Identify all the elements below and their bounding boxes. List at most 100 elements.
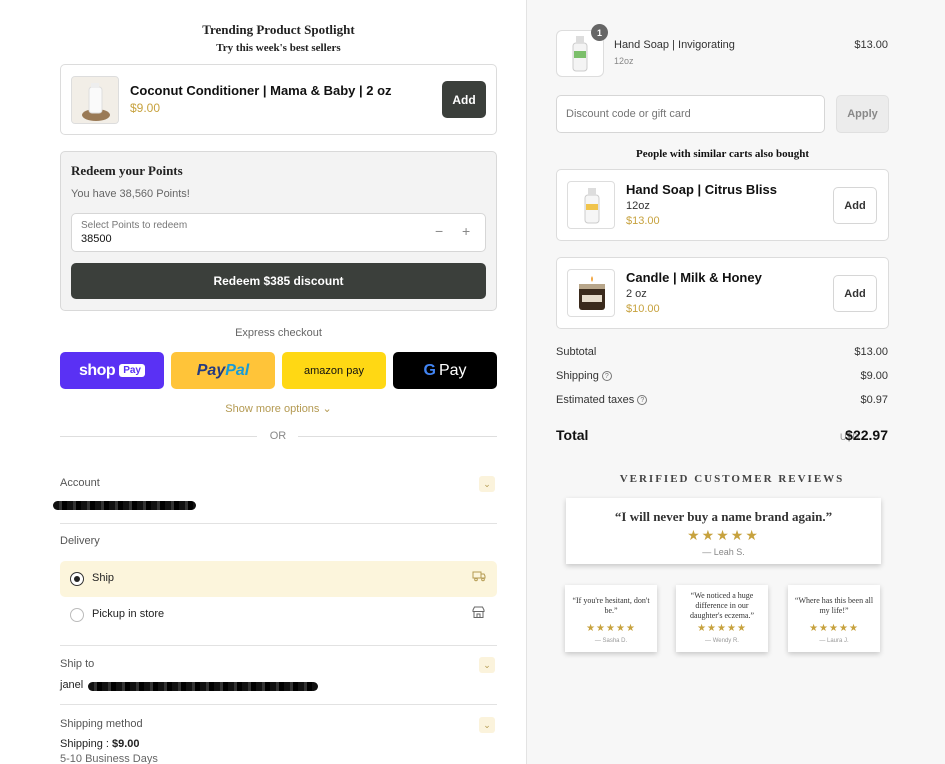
discount-input[interactable] <box>556 95 825 133</box>
trending-subtitle: Try this week's best sellers <box>216 42 341 54</box>
or-divider-right <box>298 436 497 437</box>
product-price: $9.00 <box>130 101 161 115</box>
upsell-name: Hand Soap | Citrus Bliss <box>626 182 777 197</box>
review-author: — Wendy R. <box>705 638 739 644</box>
shipping-label: Shipping? <box>556 370 612 382</box>
shipping-method-label: Shipping method <box>60 718 143 730</box>
star-rating-icon: ★★★★★ <box>586 623 636 634</box>
or-divider-left <box>60 436 257 437</box>
upsell-image <box>567 269 615 317</box>
shipping-value: $9.00 <box>860 370 888 382</box>
shipping-method-price: $9.00 <box>112 738 140 750</box>
review-quote: “I will never buy a name brand again.” <box>614 509 833 524</box>
amazon-pay-button[interactable]: amazon pay <box>282 352 386 389</box>
total-value: $22.97 <box>845 427 888 443</box>
taxes-label: Estimated taxes? <box>556 394 648 406</box>
add-trending-button[interactable]: Add <box>442 81 486 118</box>
review-card-featured: “I will never buy a name brand again.” ★… <box>566 498 881 564</box>
paypal-logo: PayPal <box>196 361 250 379</box>
reviews-heading: VERIFIED CUSTOMER REVIEWS <box>619 473 845 485</box>
cart-quantity-badge: 1 <box>591 24 608 41</box>
amazon-pay-logo: amazon pay <box>304 364 364 377</box>
google-pay-button[interactable]: G Pay <box>393 352 497 389</box>
trending-title: Trending Product Spotlight <box>202 22 355 37</box>
star-rating-icon: ★★★★★ <box>809 623 859 634</box>
add-upsell-button[interactable]: Add <box>833 187 877 224</box>
delivery-option-ship[interactable]: Ship <box>60 561 497 597</box>
help-icon[interactable]: ? <box>601 371 612 382</box>
cart-item-variant: 12oz <box>614 56 634 66</box>
help-icon[interactable]: ? <box>637 395 648 406</box>
upsell-variant: 2 oz <box>626 288 647 300</box>
redeem-points-panel: Redeem your Points You have 38,560 Point… <box>60 151 497 311</box>
upsell-image <box>567 181 615 229</box>
upsell-card: Hand Soap | Citrus Bliss 12oz $13.00 Add <box>556 169 889 241</box>
star-rating-icon: ★★★★★ <box>687 527 760 543</box>
checkout-main: Trending Product Spotlight Try this week… <box>0 0 526 764</box>
taxes-value: $0.97 <box>860 394 888 406</box>
review-author: — Leah S. <box>702 547 745 557</box>
shipping-method-chevron-icon[interactable]: ⌄ <box>479 717 495 733</box>
minus-icon[interactable]: − <box>435 223 443 239</box>
or-text: OR <box>269 430 287 442</box>
account-label: Account <box>60 477 100 489</box>
truck-icon <box>472 570 486 585</box>
upsell-price: $10.00 <box>626 303 660 315</box>
ship-to-chevron-icon[interactable]: ⌄ <box>479 657 495 673</box>
shop-pay-logo: shop <box>78 361 116 379</box>
account-chevron-icon[interactable]: ⌄ <box>479 476 495 492</box>
shipping-method-line: Shipping : $9.00 <box>60 738 140 750</box>
redeem-discount-button[interactable]: Redeem $385 discount <box>71 263 486 299</box>
chevron-down-icon: ⌄ <box>322 403 332 415</box>
apply-button[interactable]: Apply <box>836 95 889 133</box>
divider <box>60 704 497 705</box>
shipping-eta: 5-10 Business Days <box>60 753 158 764</box>
google-g-icon: G <box>423 361 436 379</box>
pickup-label: Pickup in store <box>92 608 165 620</box>
plus-icon[interactable]: + <box>462 223 470 239</box>
review-card: “We noticed a huge difference in our dau… <box>676 585 768 652</box>
product-image <box>71 76 119 124</box>
points-field-label: Select Points to redeem <box>81 220 188 231</box>
redeem-title: Redeem your Points <box>71 163 183 178</box>
upsell-price: $13.00 <box>626 215 660 227</box>
shop-pay-badge: Pay <box>119 364 145 377</box>
star-rating-icon: ★★★★★ <box>697 623 747 634</box>
upsell-name: Candle | Milk & Honey <box>626 270 762 285</box>
ship-label: Ship <box>92 572 115 584</box>
points-input[interactable] <box>81 233 381 245</box>
review-author: — Sasha D. <box>594 638 628 644</box>
paypal-button[interactable]: PayPal <box>171 352 275 389</box>
shop-pay-button[interactable]: shop Pay <box>60 352 164 389</box>
points-balance: You have 38,560 Points! <box>71 188 190 200</box>
delivery-label: Delivery <box>60 535 100 547</box>
radio-selected[interactable] <box>70 572 84 586</box>
divider <box>60 645 497 646</box>
upsell-card: Candle | Milk & Honey 2 oz $10.00 Add <box>556 257 889 329</box>
review-author: — Laura J. <box>819 638 849 644</box>
show-more-options-link[interactable]: Show more options ⌄ <box>60 402 497 415</box>
add-upsell-button[interactable]: Add <box>833 275 877 312</box>
similar-carts-title: People with similar carts also bought <box>635 148 810 160</box>
redacted-address <box>88 682 318 691</box>
review-quote: “Where has this been all my life!” <box>794 596 874 615</box>
subtotal-label: Subtotal <box>556 346 597 358</box>
cart-item-price: $13.00 <box>854 39 888 51</box>
store-icon <box>472 606 485 621</box>
google-pay-label: Pay <box>438 361 467 379</box>
cart-item-name: Hand Soap | Invigorating <box>614 39 735 51</box>
subtotal-value: $13.00 <box>854 346 888 358</box>
delivery-option-pickup[interactable]: Pickup in store <box>60 597 497 633</box>
ship-to-label: Ship to <box>60 658 95 670</box>
review-card: “Where has this been all my life!” ★★★★★… <box>788 585 880 652</box>
product-name: Coconut Conditioner | Mama & Baby | 2 oz <box>130 83 392 98</box>
trending-product-card: Coconut Conditioner | Mama & Baby | 2 oz… <box>60 64 497 135</box>
divider <box>60 523 497 524</box>
review-quote: “If you're hesitant, don't be.” <box>572 596 650 615</box>
total-label: Total <box>556 427 589 443</box>
order-summary: 1 Hand Soap | Invigorating 12oz $13.00 A… <box>526 0 945 764</box>
review-quote: “We noticed a huge difference in our dau… <box>689 591 755 620</box>
radio-unselected[interactable] <box>70 608 84 622</box>
express-checkout-label: Express checkout <box>235 327 322 339</box>
ship-to-name: janel <box>60 679 84 691</box>
